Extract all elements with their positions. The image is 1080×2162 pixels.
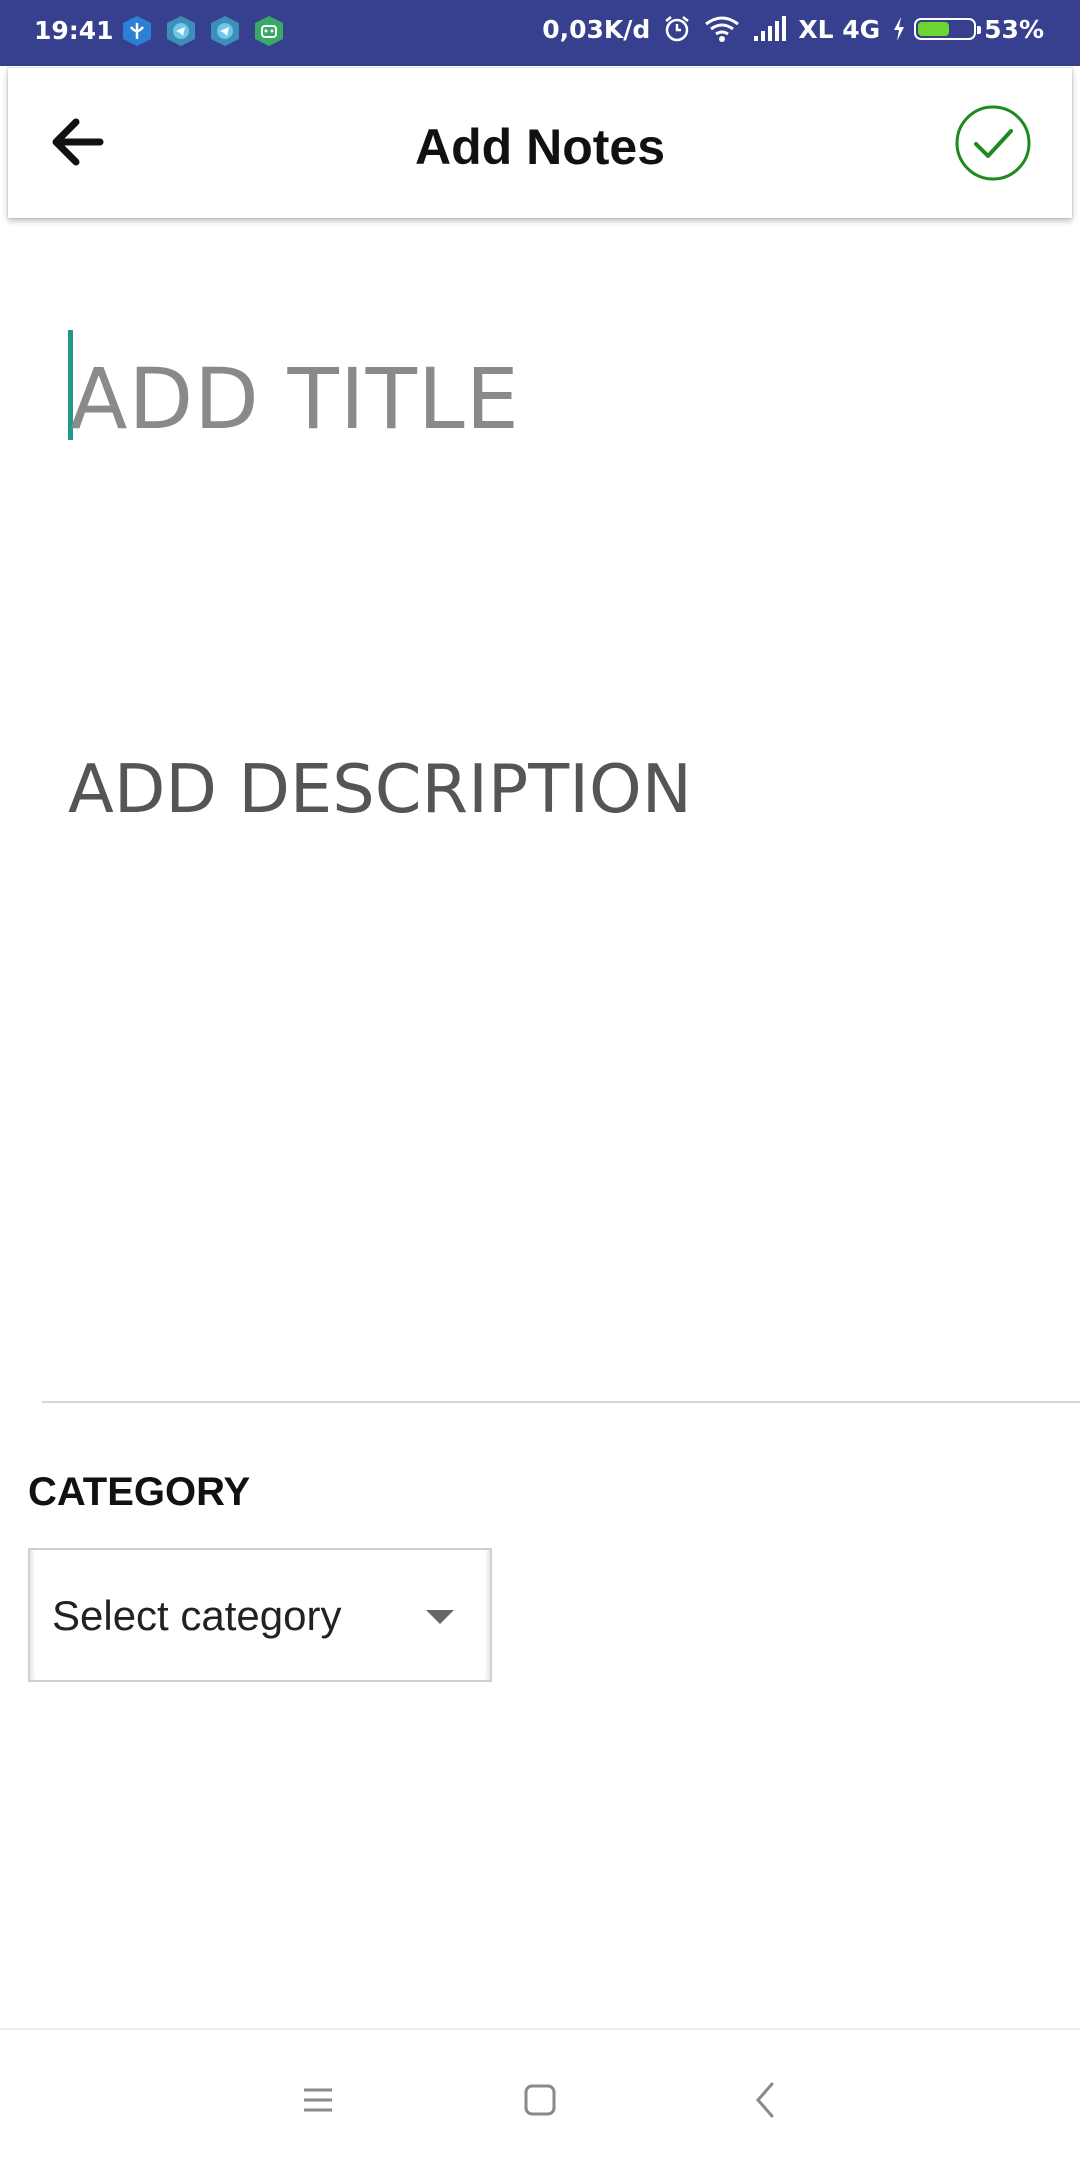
status-time: 19:41 <box>34 16 114 45</box>
check-circle-icon[interactable] <box>954 104 1032 182</box>
dropdown-arrow-icon <box>426 1610 454 1624</box>
shield-app-icon <box>123 16 151 46</box>
app-bar: Add Notes <box>8 68 1072 218</box>
divider <box>42 1401 1080 1403</box>
system-nav-bar <box>0 2028 1080 2162</box>
page-title: Add Notes <box>415 119 665 175</box>
battery-fill <box>918 22 949 36</box>
back-chevron-icon[interactable] <box>736 2070 796 2130</box>
description-input[interactable]: ADD DESCRIPTION <box>68 750 1028 900</box>
title-placeholder: ADD TITLE <box>70 350 520 448</box>
signal-icon <box>754 16 787 41</box>
category-select[interactable]: Select category <box>28 1548 492 1682</box>
android-robot-icon <box>255 16 283 46</box>
category-selected-value: Select category <box>52 1592 342 1639</box>
battery-indicator: 53% <box>892 15 1044 44</box>
notification-icons <box>120 14 286 48</box>
charging-icon <box>894 17 905 41</box>
status-right: 0,03K/d XL 4G 53% <box>542 14 1044 44</box>
description-placeholder: ADD DESCRIPTION <box>68 750 692 828</box>
battery-icon <box>914 18 982 40</box>
category-label: CATEGORY <box>28 1470 251 1514</box>
home-square-icon[interactable] <box>510 2070 570 2130</box>
status-bar: 19:41 0,03K/d XL 4G 53% <box>0 0 1080 66</box>
telegram-icon <box>167 16 195 46</box>
battery-tip <box>977 26 982 34</box>
battery-percent: 53% <box>984 14 1044 44</box>
wifi-icon <box>705 16 740 42</box>
alarm-icon <box>665 16 690 42</box>
title-input[interactable]: ADD TITLE <box>68 330 970 448</box>
menu-icon[interactable] <box>288 2070 348 2130</box>
telegram-icon <box>211 16 239 46</box>
net-speed: 0,03K/d <box>542 14 651 44</box>
carrier-label: XL 4G <box>798 14 881 44</box>
